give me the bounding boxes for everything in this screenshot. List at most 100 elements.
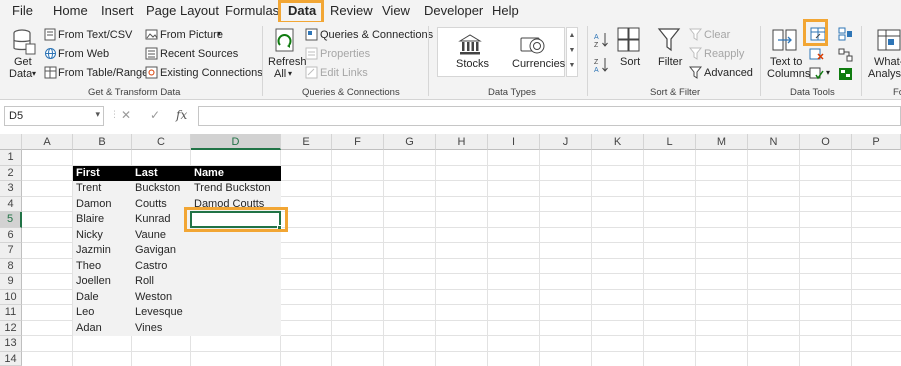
row-header-5[interactable]: 5 bbox=[0, 212, 22, 228]
refresh-all-label-1[interactable]: Refresh bbox=[268, 56, 307, 68]
row-header-14[interactable]: 14 bbox=[0, 352, 22, 366]
column-header-d[interactable]: D bbox=[191, 134, 281, 150]
column-header-h[interactable]: H bbox=[436, 134, 488, 150]
column-header-f[interactable]: F bbox=[332, 134, 384, 150]
column-header-m[interactable]: M bbox=[696, 134, 748, 150]
cell-last[interactable]: Roll bbox=[135, 275, 154, 287]
tab-developer[interactable]: Developer bbox=[424, 3, 483, 18]
row-header-11[interactable]: 11 bbox=[0, 305, 22, 321]
tab-home[interactable]: Home bbox=[53, 3, 88, 18]
row-header-3[interactable]: 3 bbox=[0, 181, 22, 197]
cell-first[interactable]: Damon bbox=[76, 198, 111, 210]
chevron-up-icon[interactable]: ▲ bbox=[567, 28, 577, 43]
name-box[interactable]: D5 ▾ bbox=[4, 106, 104, 126]
cell-last[interactable]: Vaune bbox=[135, 229, 166, 241]
row-header-7[interactable]: 7 bbox=[0, 243, 22, 259]
from-web-button[interactable]: From Web bbox=[58, 48, 109, 60]
from-text-csv-button[interactable]: From Text/CSV bbox=[58, 29, 132, 41]
text-to-columns-icon[interactable] bbox=[772, 28, 798, 54]
cell-last[interactable]: Buckston bbox=[135, 182, 180, 194]
cell-last[interactable]: Kunrad bbox=[135, 213, 170, 225]
get-data-label-1[interactable]: Get bbox=[14, 56, 32, 68]
column-header-a[interactable]: A bbox=[22, 134, 73, 150]
cell-first[interactable]: Adan bbox=[76, 322, 102, 334]
filter-button[interactable]: Filter bbox=[658, 56, 682, 68]
from-table-range-button[interactable]: From Table/Range bbox=[58, 67, 148, 79]
relationships-icon[interactable] bbox=[838, 48, 853, 62]
tab-insert[interactable]: Insert bbox=[101, 3, 134, 18]
coins-icon[interactable] bbox=[520, 34, 546, 56]
row-header-9[interactable]: 9 bbox=[0, 274, 22, 290]
row-header-6[interactable]: 6 bbox=[0, 228, 22, 243]
row-header-2[interactable]: 2 bbox=[0, 166, 22, 181]
column-header-n[interactable]: N bbox=[748, 134, 800, 150]
tab-page-layout[interactable]: Page Layout bbox=[146, 3, 219, 18]
text-to-columns-label-2[interactable]: Columns bbox=[767, 68, 810, 80]
cell-last[interactable]: Gavigan bbox=[135, 244, 176, 256]
gallery-scroll[interactable]: ▲ ▼ ▼ bbox=[566, 27, 578, 77]
sort-button[interactable]: Sort bbox=[620, 56, 640, 68]
what-if-analysis-icon[interactable] bbox=[877, 28, 901, 52]
row-header-12[interactable]: 12 bbox=[0, 321, 22, 336]
column-header-b[interactable]: B bbox=[73, 134, 132, 150]
cell-first[interactable]: Trent bbox=[76, 182, 101, 194]
cell-first[interactable]: Joellen bbox=[76, 275, 111, 287]
what-if-label-1[interactable]: What- bbox=[874, 56, 901, 68]
chevron-down-icon[interactable]: ▾ bbox=[826, 67, 830, 79]
tab-help[interactable]: Help bbox=[492, 3, 519, 18]
what-if-label-2[interactable]: Analysis bbox=[868, 68, 901, 80]
tab-file[interactable]: File bbox=[12, 3, 33, 18]
row-header-1[interactable]: 1 bbox=[0, 150, 22, 166]
row-header-8[interactable]: 8 bbox=[0, 259, 22, 274]
column-header-l[interactable]: L bbox=[644, 134, 696, 150]
cell-last[interactable]: Levesque bbox=[135, 306, 183, 318]
consolidate-icon[interactable] bbox=[838, 27, 853, 41]
enter-icon[interactable]: ✓ bbox=[150, 108, 160, 122]
insert-function-icon[interactable]: fx bbox=[176, 108, 187, 122]
get-data-label-2[interactable]: Data bbox=[9, 68, 32, 80]
cell-first[interactable]: Nicky bbox=[76, 229, 103, 241]
sort-az-icon[interactable]: AZ bbox=[594, 31, 608, 49]
text-to-columns-label-1[interactable]: Text to bbox=[770, 56, 802, 68]
from-picture-button[interactable]: From Picture bbox=[160, 29, 223, 41]
funnel-icon[interactable] bbox=[657, 27, 681, 53]
refresh-all-label-2[interactable]: All bbox=[274, 68, 286, 80]
tab-review[interactable]: Review bbox=[330, 3, 373, 18]
sort-dialog-icon[interactable] bbox=[617, 27, 641, 53]
edit-links-button[interactable]: Edit Links bbox=[320, 67, 368, 79]
cancel-icon[interactable]: ✕ bbox=[121, 108, 131, 122]
reapply-button[interactable]: Reapply bbox=[704, 48, 744, 60]
table-header-first[interactable]: First bbox=[76, 167, 100, 179]
database-icon[interactable] bbox=[12, 28, 36, 56]
table-header-last[interactable]: Last bbox=[135, 167, 158, 179]
column-header-p[interactable]: P bbox=[852, 134, 901, 150]
chevron-down-icon[interactable]: ▾ bbox=[217, 28, 221, 40]
recent-sources-button[interactable]: Recent Sources bbox=[160, 48, 238, 60]
column-header-j[interactable]: J bbox=[540, 134, 592, 150]
cell-first[interactable]: Theo bbox=[76, 260, 101, 272]
existing-connections-button[interactable]: Existing Connections bbox=[160, 67, 263, 79]
cell-first[interactable]: Dale bbox=[76, 291, 99, 303]
remove-duplicates-icon[interactable] bbox=[809, 48, 825, 62]
cell-first[interactable]: Leo bbox=[76, 306, 94, 318]
select-all-corner[interactable] bbox=[0, 134, 22, 150]
formula-input[interactable] bbox=[198, 106, 901, 126]
gallery-more-icon[interactable]: ▼ bbox=[567, 58, 577, 73]
row-header-10[interactable]: 10 bbox=[0, 290, 22, 305]
row-header-4[interactable]: 4 bbox=[0, 197, 22, 212]
cell-last[interactable]: Coutts bbox=[135, 198, 167, 210]
stocks-button[interactable]: Stocks bbox=[456, 58, 489, 70]
cell-first[interactable]: Jazmin bbox=[76, 244, 111, 256]
chevron-down-icon[interactable]: ▾ bbox=[95, 109, 100, 120]
chevron-down-icon[interactable]: ▾ bbox=[288, 68, 292, 80]
tab-formulas[interactable]: Formulas bbox=[225, 3, 279, 18]
cell-first[interactable]: Blaire bbox=[76, 213, 104, 225]
column-header-e[interactable]: E bbox=[281, 134, 332, 150]
cell-name[interactable]: Trend Buckston bbox=[194, 182, 271, 194]
properties-button[interactable]: Properties bbox=[320, 48, 370, 60]
chevron-down-icon[interactable]: ▾ bbox=[32, 68, 36, 80]
data-validation-icon[interactable] bbox=[809, 67, 825, 81]
chevron-down-icon[interactable]: ▼ bbox=[567, 43, 577, 58]
column-header-k[interactable]: K bbox=[592, 134, 644, 150]
row-header-13[interactable]: 13 bbox=[0, 336, 22, 352]
